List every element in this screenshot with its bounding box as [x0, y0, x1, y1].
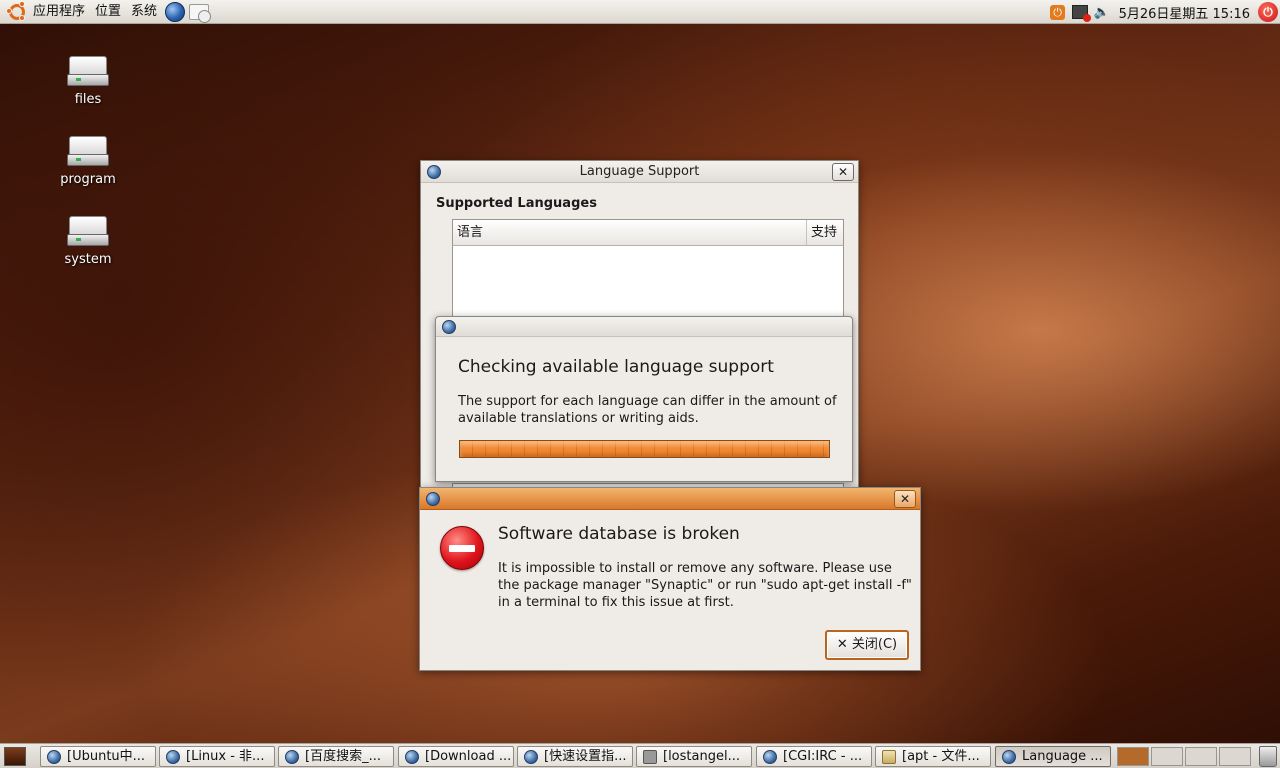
error-body-line-2: the package manager "Synaptic" or run "s… [498, 578, 912, 593]
terminal-icon [643, 750, 657, 764]
volume-icon[interactable]: 🔈 [1093, 3, 1111, 21]
mail-launcher[interactable] [188, 1, 212, 23]
error-heading: Software database is broken [498, 524, 740, 544]
menu-system[interactable]: 系统 [126, 0, 162, 24]
network-icon[interactable] [1071, 3, 1091, 22]
taskbar-item-label: [快速设置指... [544, 749, 627, 764]
workspace-4[interactable] [1219, 747, 1251, 766]
language-support-titlebar[interactable]: Language Support ✕ [421, 161, 858, 183]
desktop-icon-program[interactable]: program [38, 134, 138, 187]
taskbar-item[interactable]: [Linux - 非... [159, 746, 275, 767]
taskbar-item-label: [Linux - 非... [186, 749, 265, 764]
system-tray: ⏻ 🔈 5月26日星期五 15:16 ⏻ [1047, 0, 1280, 24]
globe-icon [763, 750, 777, 764]
desktop-icon-label: files [74, 92, 102, 107]
taskbar-item[interactable]: [百度搜索_... [278, 746, 394, 767]
bottom-panel: [Ubuntu中... [Linux - 非... [百度搜索_... [Dow… [0, 743, 1280, 768]
supported-languages-heading: Supported Languages [436, 196, 597, 211]
globe-icon [405, 750, 419, 764]
power-icon[interactable]: ⏻ [1258, 2, 1278, 22]
taskbar-item[interactable]: [lostangel... [636, 746, 752, 767]
taskbar-item[interactable]: [CGI:IRC - ... [756, 746, 872, 767]
globe-icon [1002, 750, 1016, 764]
drive-icon [67, 134, 109, 168]
desktop-icon-label: program [60, 172, 116, 187]
workspace-2[interactable] [1151, 747, 1183, 766]
trash-icon[interactable] [1259, 746, 1277, 767]
top-panel: 应用程序 位置 系统 ⏻ 🔈 5月26日星期五 15:16 ⏻ [0, 0, 1280, 24]
taskbar-item-label: [Ubuntu中... [67, 749, 146, 764]
taskbar-item-label: [Download ... [425, 749, 512, 764]
desktop-icon-files[interactable]: files [38, 54, 138, 107]
desktop-icon-system[interactable]: system [38, 214, 138, 267]
taskbar-item[interactable]: [Download ... [398, 746, 514, 767]
close-button-label: 关闭(C) [851, 637, 898, 652]
languages-list[interactable]: 语言 支持 [452, 219, 844, 329]
taskbar-item-label: Language ... [1022, 749, 1103, 764]
error-icon [440, 526, 484, 570]
checking-language-dialog: Checking available language support The … [435, 316, 853, 482]
window-title: Language Support [579, 164, 700, 179]
taskbar-item[interactable]: [快速设置指... [517, 746, 633, 767]
show-desktop-icon[interactable] [4, 747, 26, 766]
update-notifier-icon[interactable]: ⏻ [1049, 3, 1067, 21]
menu-applications[interactable]: 应用程序 [28, 0, 90, 24]
menu-places[interactable]: 位置 [90, 0, 126, 24]
taskbar-item[interactable]: [Ubuntu中... [40, 746, 156, 767]
taskbar-item-label: [lostangel... [663, 749, 740, 764]
checking-dialog-titlebar[interactable] [436, 317, 852, 337]
error-dialog: ✕ Software database is broken It is impo… [419, 487, 921, 671]
globe-icon [165, 1, 186, 22]
close-button[interactable]: ✕ [894, 490, 916, 508]
workspace-1[interactable] [1117, 747, 1149, 766]
column-header-support[interactable]: 支持 [807, 220, 843, 245]
globe-icon [524, 750, 538, 764]
checking-heading: Checking available language support [458, 357, 774, 377]
language-support-icon [442, 319, 456, 334]
close-icon: ✕ [836, 637, 848, 652]
checking-progress-bar [459, 440, 830, 458]
error-body-line-3: in a terminal to fix this issue at first… [498, 595, 734, 610]
error-dialog-app-icon [426, 491, 440, 506]
close-button[interactable]: ✕ [832, 163, 854, 181]
workspace-3[interactable] [1185, 747, 1217, 766]
web-browser-launcher[interactable] [164, 1, 186, 23]
checking-body: The support for each language can differ… [458, 394, 837, 426]
close-dialog-button[interactable]: ✕ 关闭(C) [825, 630, 909, 660]
taskbar-item-label: [百度搜索_... [305, 749, 381, 764]
list-header: 语言 支持 [453, 220, 843, 246]
globe-icon [166, 750, 180, 764]
error-dialog-titlebar[interactable]: ✕ [420, 488, 920, 510]
drive-icon [67, 214, 109, 248]
clock[interactable]: 5月26日星期五 15:16 [1113, 3, 1256, 22]
mail-icon [189, 3, 212, 23]
taskbar-item-active[interactable]: Language ... [995, 746, 1111, 767]
column-header-language[interactable]: 语言 [453, 220, 807, 245]
folder-icon [882, 750, 896, 764]
globe-icon [47, 750, 61, 764]
taskbar-item-label: [apt - 文件... [902, 749, 980, 764]
ubuntu-logo-icon[interactable] [6, 0, 28, 23]
error-body-line-1: It is impossible to install or remove an… [498, 561, 892, 576]
globe-icon [285, 750, 299, 764]
taskbar-item[interactable]: [apt - 文件... [875, 746, 991, 767]
drive-icon [67, 54, 109, 88]
taskbar-item-label: [CGI:IRC - ... [783, 749, 863, 764]
desktop-icon-label: system [64, 252, 112, 267]
